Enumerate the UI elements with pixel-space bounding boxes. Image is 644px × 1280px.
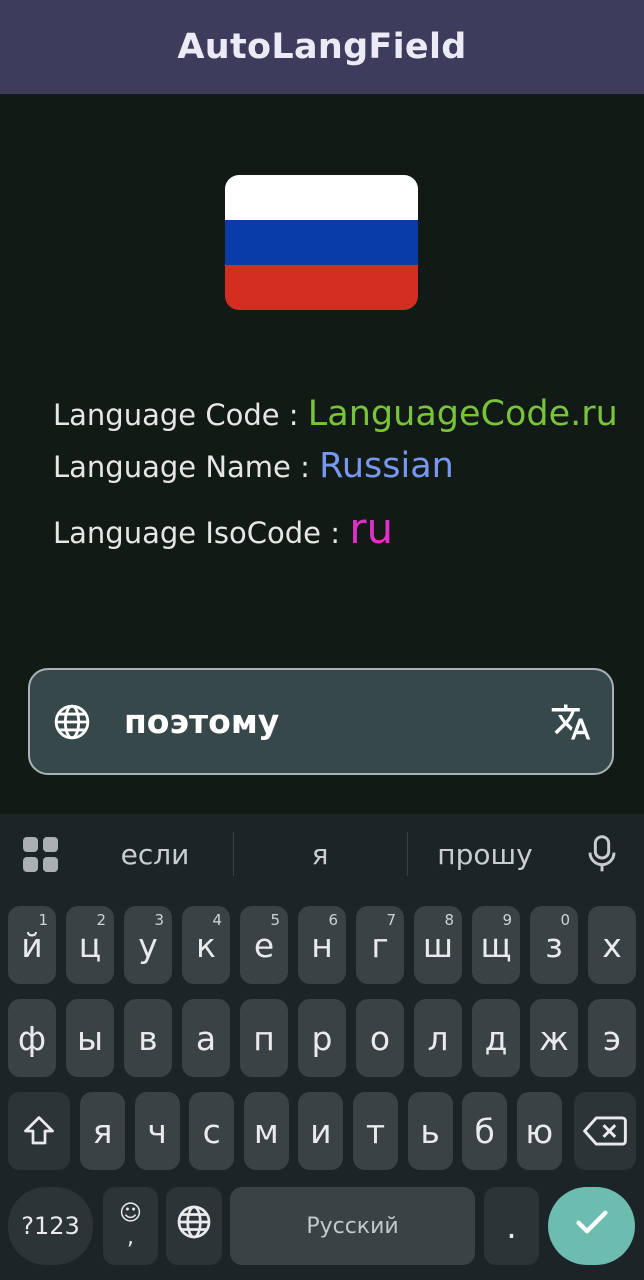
key-hint: 8 — [444, 911, 454, 929]
globe-icon — [176, 1204, 212, 1248]
key-н[interactable]: н6 — [298, 906, 346, 984]
key-о[interactable]: о — [356, 999, 404, 1077]
translate-icon[interactable] — [550, 701, 592, 743]
key-у[interactable]: у3 — [124, 906, 172, 984]
key-label: й — [21, 925, 43, 965]
keyboard-apps-icon[interactable] — [22, 836, 60, 874]
suggestion-bar: если я прошу — [0, 814, 644, 894]
language-iso-row: Language IsoCode : ru — [53, 504, 393, 553]
space-key[interactable]: Русский — [230, 1187, 475, 1265]
key-label: щ — [480, 925, 512, 965]
key-hint: 2 — [96, 911, 106, 929]
emoji-key[interactable]: ☺ , — [103, 1187, 158, 1265]
key-hint: 9 — [502, 911, 512, 929]
key-label: х — [602, 925, 622, 965]
suggestion-divider — [233, 832, 234, 876]
period-key[interactable]: . — [484, 1187, 539, 1265]
key-label: ш — [422, 925, 454, 965]
language-name-row: Language Name : Russian — [53, 446, 454, 486]
key-ы[interactable]: ы — [66, 999, 114, 1077]
key-ф[interactable]: ф — [8, 999, 56, 1077]
key-hint: 6 — [328, 911, 338, 929]
key-hint: 4 — [212, 911, 222, 929]
key-д[interactable]: д — [472, 999, 520, 1077]
comma-label: , — [127, 1225, 134, 1250]
language-iso-label: Language IsoCode : — [53, 516, 350, 550]
language-iso-value: ru — [349, 504, 394, 553]
key-label: з — [545, 925, 563, 965]
language-name-label: Language Name : — [53, 450, 320, 484]
key-ж[interactable]: ж — [530, 999, 578, 1077]
key-hint: 5 — [270, 911, 280, 929]
enter-key[interactable] — [548, 1187, 635, 1265]
key-л[interactable]: л — [414, 999, 462, 1077]
checkmark-icon — [572, 1202, 612, 1250]
language-code-value: LanguageCode.ru — [307, 394, 618, 434]
key-ь[interactable]: ь — [407, 1092, 453, 1170]
key-т[interactable]: т — [353, 1092, 398, 1170]
key-а[interactable]: а — [182, 999, 230, 1077]
key-п[interactable]: п — [240, 999, 288, 1077]
microphone-icon[interactable] — [586, 834, 618, 874]
key-е[interactable]: е5 — [240, 906, 288, 984]
backspace-key[interactable] — [574, 1092, 636, 1170]
key-и[interactable]: и — [298, 1092, 344, 1170]
main-content: Language Code : LanguageCode.ru Language… — [0, 94, 644, 814]
key-hint: 7 — [386, 911, 396, 929]
key-label: г — [371, 925, 389, 965]
key-щ[interactable]: щ9 — [472, 906, 520, 984]
key-м[interactable]: м — [243, 1092, 289, 1170]
key-hint: 1 — [38, 911, 48, 929]
key-р[interactable]: р — [298, 999, 346, 1077]
key-з[interactable]: з0 — [530, 906, 578, 984]
onscreen-keyboard: если я прошу й1ц2у3к4е5н6г7ш8щ9з0х фывап… — [0, 814, 644, 1280]
key-label: е — [253, 925, 275, 965]
text-input-field[interactable]: поэтому — [28, 668, 614, 775]
globe-icon[interactable] — [52, 702, 92, 742]
key-label: к — [196, 925, 216, 965]
language-code-label: Language Code : — [53, 398, 308, 432]
key-б[interactable]: б — [462, 1092, 508, 1170]
key-ш[interactable]: ш8 — [414, 906, 462, 984]
russia-flag-icon — [225, 175, 418, 310]
language-name-value: Russian — [319, 446, 454, 486]
key-hint: 3 — [154, 911, 164, 929]
key-в[interactable]: в — [124, 999, 172, 1077]
key-й[interactable]: й1 — [8, 906, 56, 984]
key-г[interactable]: г7 — [356, 906, 404, 984]
shift-key[interactable] — [8, 1092, 70, 1170]
language-code-row: Language Code : LanguageCode.ru — [53, 394, 618, 434]
emoji-icon: ☺ — [119, 1201, 142, 1226]
key-к[interactable]: к4 — [182, 906, 230, 984]
text-input-value[interactable]: поэтому — [124, 702, 550, 741]
key-я[interactable]: я — [80, 1092, 125, 1170]
app-bar: AutoLangField — [0, 0, 644, 94]
suggestion-divider — [407, 832, 408, 876]
symbols-key[interactable]: ?123 — [8, 1187, 93, 1265]
key-label: ц — [78, 925, 102, 965]
suggestion-2[interactable]: я — [255, 838, 385, 871]
key-с[interactable]: с — [189, 1092, 235, 1170]
key-х[interactable]: х — [588, 906, 636, 984]
key-label: у — [138, 925, 158, 965]
app-title: AutoLangField — [177, 27, 467, 67]
key-label: н — [311, 925, 333, 965]
language-switch-key[interactable] — [166, 1187, 222, 1265]
suggestion-1[interactable]: если — [90, 838, 220, 871]
key-hint: 0 — [560, 911, 570, 929]
key-ю[interactable]: ю — [516, 1092, 562, 1170]
key-э[interactable]: э — [588, 999, 636, 1077]
key-ц[interactable]: ц2 — [66, 906, 114, 984]
suggestion-3[interactable]: прошу — [420, 838, 550, 871]
key-ч[interactable]: ч — [134, 1092, 180, 1170]
